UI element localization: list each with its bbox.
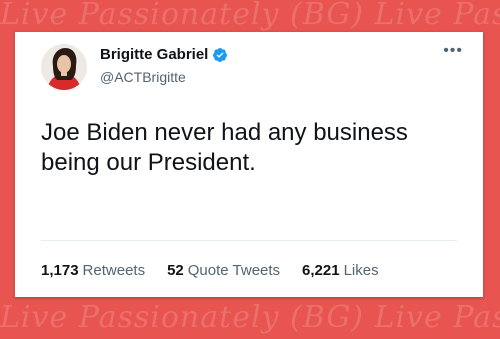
watermark-bottom: Live Passionately (BG) Live Passionately… [0, 300, 500, 335]
verified-badge-icon [213, 47, 228, 62]
retweets-stat[interactable]: 1,173 Retweets [41, 262, 145, 279]
avatar[interactable] [41, 44, 87, 90]
tweet-stats: 1,173 Retweets 52 Quote Tweets 6,221 Likes [41, 262, 401, 279]
retweets-count: 1,173 [41, 262, 79, 279]
profile-photo-icon [41, 44, 87, 90]
likes-label: Likes [343, 262, 379, 279]
quote-tweets-stat[interactable]: 52 Quote Tweets [167, 262, 280, 279]
quote-tweets-count: 52 [167, 262, 184, 279]
tweet-text: Joe Biden never had any business being o… [41, 119, 408, 176]
watermark-top: Live Passionately (BG) Live Passionately… [0, 0, 500, 32]
ellipsis-icon[interactable]: ••• [443, 42, 463, 60]
retweets-label: Retweets [82, 262, 146, 279]
author-name-row: Brigitte Gabriel [100, 46, 228, 63]
divider [41, 240, 457, 241]
author-name[interactable]: Brigitte Gabriel [100, 46, 208, 63]
author-handle[interactable]: @ACTBrigitte [100, 69, 186, 85]
likes-stat[interactable]: 6,221 Likes [302, 262, 379, 279]
tweet-card: Brigitte Gabriel @ACTBrigitte ••• Joe Bi… [15, 32, 483, 297]
likes-count: 6,221 [302, 262, 340, 279]
quote-tweets-label: Quote Tweets [187, 262, 281, 279]
